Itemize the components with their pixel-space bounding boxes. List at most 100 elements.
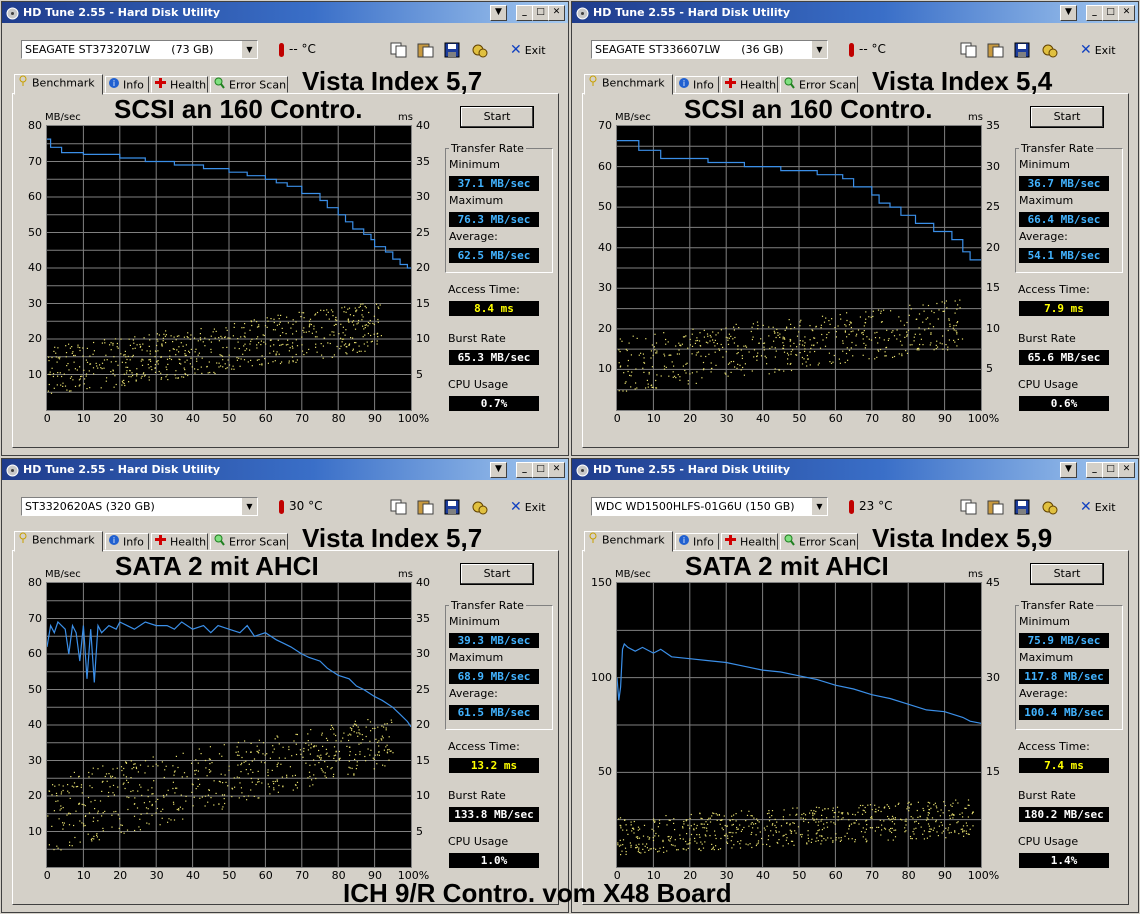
access-time-point: [884, 828, 887, 830]
access-time-point: [911, 344, 913, 346]
options-icon[interactable]: [1041, 42, 1059, 58]
paste-icon[interactable]: [417, 42, 435, 58]
x-tick-label: 10: [646, 412, 661, 425]
access-time-point: [221, 794, 224, 796]
save-icon[interactable]: [444, 499, 462, 515]
access-time-point: [82, 355, 84, 357]
access-time-point: [333, 773, 335, 775]
copy-icon[interactable]: [390, 499, 408, 515]
tab-info[interactable]: i Info: [675, 76, 719, 93]
title-bar[interactable]: HD Tune 2.55 - Hard Disk Utility ▼ _ □ ✕: [572, 2, 1138, 23]
minimize-button[interactable]: _: [516, 462, 533, 478]
tab-health[interactable]: Health: [151, 76, 208, 93]
tab-info[interactable]: i Info: [105, 76, 149, 93]
options-icon[interactable]: [1041, 499, 1059, 515]
access-time-point: [139, 784, 141, 786]
paste-icon[interactable]: [987, 499, 1005, 515]
maximize-button[interactable]: □: [1102, 5, 1119, 21]
drive-select[interactable]: SEAGATE ST336607LW (36 GB) ▼: [591, 40, 828, 59]
save-icon[interactable]: [444, 42, 462, 58]
access-time-point: [926, 837, 928, 839]
copy-icon[interactable]: [960, 42, 978, 58]
start-button[interactable]: Start: [460, 106, 534, 128]
tab-error-scan[interactable]: Error Scan: [780, 533, 858, 550]
access-time-point: [125, 366, 127, 368]
save-icon[interactable]: [1014, 42, 1032, 58]
maximize-button[interactable]: □: [1102, 462, 1119, 478]
access-time-point: [635, 836, 637, 838]
options-icon[interactable]: [471, 499, 489, 515]
minimize-button[interactable]: _: [516, 5, 533, 21]
tab-error-scan[interactable]: Error Scan: [780, 76, 858, 93]
drive-select[interactable]: WDC WD1500HLFS-01G6U (150 GB) ▼: [591, 497, 828, 516]
title-bar[interactable]: HD Tune 2.55 - Hard Disk Utility ▼ _ □ ✕: [572, 459, 1138, 480]
start-button[interactable]: Start: [460, 563, 534, 585]
grid: [617, 126, 981, 410]
access-time-point: [159, 824, 161, 826]
start-button[interactable]: Start: [1030, 106, 1104, 128]
minimize-button[interactable]: _: [1086, 5, 1103, 21]
access-time-point: [347, 308, 349, 310]
access-time-point: [692, 328, 694, 330]
access-time-point: [929, 828, 931, 830]
chevron-down-icon[interactable]: ▼: [241, 41, 257, 58]
tab-info[interactable]: i Info: [105, 533, 149, 550]
x-tick-label: 50: [792, 869, 807, 882]
tab-benchmark[interactable]: Benchmark: [14, 74, 103, 95]
access-time-point: [62, 785, 64, 787]
chevron-down-icon[interactable]: ▼: [811, 41, 827, 58]
access-time-point: [872, 310, 874, 312]
tab-health[interactable]: Health: [721, 533, 778, 550]
close-button[interactable]: ✕: [1118, 5, 1135, 21]
tab-health[interactable]: Health: [151, 533, 208, 550]
copy-icon[interactable]: [960, 499, 978, 515]
exit-button[interactable]: ✕ Exit: [1080, 499, 1116, 515]
tab-benchmark[interactable]: Benchmark: [584, 531, 673, 552]
maximize-button[interactable]: □: [532, 462, 549, 478]
minimize-button[interactable]: _: [1086, 462, 1103, 478]
access-time-point: [48, 373, 50, 375]
paste-icon[interactable]: [987, 42, 1005, 58]
start-button[interactable]: Start: [1030, 563, 1104, 585]
access-time-point: [92, 367, 95, 369]
dropdown-menu-button[interactable]: ▼: [490, 462, 507, 478]
exit-button[interactable]: ✕ Exit: [510, 42, 546, 58]
access-time-point: [340, 740, 342, 742]
drive-select[interactable]: SEAGATE ST373207LW (73 GB) ▼: [21, 40, 258, 59]
access-time-point: [204, 805, 206, 807]
access-time-point: [251, 365, 253, 367]
dropdown-menu-button[interactable]: ▼: [490, 5, 507, 21]
close-button[interactable]: ✕: [548, 462, 565, 478]
save-icon[interactable]: [1014, 499, 1032, 515]
chevron-down-icon[interactable]: ▼: [241, 498, 257, 515]
access-time-point: [47, 390, 49, 392]
access-time-point: [273, 344, 275, 346]
tab-error-scan[interactable]: Error Scan: [210, 76, 288, 93]
exit-button[interactable]: ✕ Exit: [510, 499, 546, 515]
dropdown-menu-button[interactable]: ▼: [1060, 5, 1077, 21]
access-time-point: [272, 780, 274, 783]
tab-health[interactable]: Health: [721, 76, 778, 93]
drive-select[interactable]: ST3320620AS (320 GB) ▼: [21, 497, 258, 516]
maximize-button[interactable]: □: [532, 5, 549, 21]
dropdown-menu-button[interactable]: ▼: [1060, 462, 1077, 478]
access-time-point: [818, 807, 820, 809]
tab-benchmark[interactable]: Benchmark: [14, 531, 103, 552]
access-time-point: [783, 345, 785, 347]
tab-benchmark[interactable]: Benchmark: [584, 74, 673, 95]
close-button[interactable]: ✕: [1118, 462, 1135, 478]
paste-icon[interactable]: [417, 499, 435, 515]
copy-icon[interactable]: [390, 42, 408, 58]
tab-info[interactable]: i Info: [675, 533, 719, 550]
tab-error-scan[interactable]: Error Scan: [210, 533, 288, 550]
chevron-down-icon[interactable]: ▼: [811, 498, 827, 515]
access-time-point: [714, 830, 716, 832]
title-bar[interactable]: HD Tune 2.55 - Hard Disk Utility ▼ _ □ ✕: [2, 459, 568, 480]
close-button[interactable]: ✕: [548, 5, 565, 21]
access-time-point: [165, 330, 167, 332]
title-bar[interactable]: HD Tune 2.55 - Hard Disk Utility ▼ _ □ ✕: [2, 2, 568, 23]
access-time-point: [945, 300, 947, 302]
exit-button[interactable]: ✕ Exit: [1080, 42, 1116, 58]
options-icon[interactable]: [471, 42, 489, 58]
access-time-point: [737, 841, 739, 843]
